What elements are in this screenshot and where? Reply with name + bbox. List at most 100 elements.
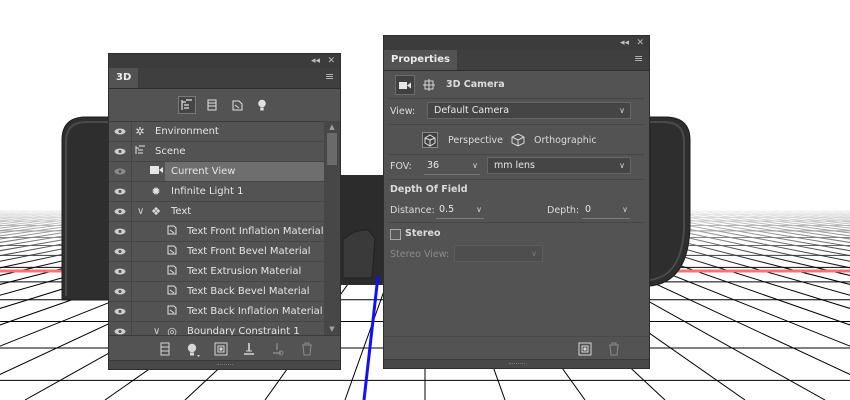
layer-label: Text Back Bevel Material (187, 286, 310, 297)
panel-menu-icon[interactable]: ≡ (634, 53, 644, 65)
render-icon[interactable] (213, 342, 229, 358)
divider (389, 124, 644, 125)
constraint-plus-icon[interactable] (269, 342, 285, 358)
visibility-eye-icon[interactable] (109, 122, 132, 141)
properties-panel: ◂◂ ✕ Properties ≡ 3D Camera View: Defaul… (383, 35, 650, 369)
infinite-light-icon: ✹ (151, 185, 161, 198)
panel-menu-icon[interactable]: ≡ (325, 71, 335, 83)
render-icon[interactable] (577, 342, 593, 358)
layer-label: Boundary Constraint 1 (187, 326, 300, 336)
layer-row-environment[interactable]: ✲ Environment (109, 122, 324, 142)
depth-field[interactable]: 0 ∨ (582, 201, 630, 219)
camera-axis-line (362, 275, 380, 400)
layer-label: Scene (155, 146, 186, 157)
visibility-eye-icon[interactable] (109, 302, 132, 321)
orthographic-label[interactable]: Orthographic (534, 135, 597, 146)
divider (389, 154, 644, 155)
close-panel-icon[interactable]: ✕ (327, 54, 335, 68)
fov-unit-select[interactable]: mm lens ∨ (487, 157, 631, 174)
depth-value: 0 (585, 204, 592, 215)
whole-scene-filter-icon[interactable] (178, 96, 196, 114)
panel-title-strip[interactable] (109, 54, 340, 68)
layer-row-scene[interactable]: Scene (109, 142, 324, 162)
layer-row-infinite-light[interactable]: ✹ Infinite Light 1 (109, 182, 324, 202)
meshes-filter-icon[interactable] (204, 97, 220, 113)
perspective-label[interactable]: Perspective (448, 135, 503, 146)
visibility-eye-icon[interactable] (109, 202, 132, 221)
layer-row-material[interactable]: Text Back Bevel Material (109, 282, 324, 302)
perspective-icon[interactable] (422, 132, 438, 148)
view-label: View: (390, 106, 416, 117)
layer-list-scrollbar[interactable]: ▲ ▼ (324, 121, 340, 335)
layer-row-material[interactable]: Text Front Inflation Material (109, 222, 324, 242)
layer-row-current-view[interactable]: Current View (109, 162, 324, 182)
visibility-eye-icon[interactable] (109, 242, 132, 261)
fov-unit-value: mm lens (494, 160, 535, 171)
view-select-value: Default Camera (434, 105, 510, 116)
visibility-eye-icon[interactable] (109, 142, 132, 161)
fov-value-field[interactable]: 36 ∨ (424, 157, 480, 175)
materials-filter-icon[interactable] (229, 97, 245, 113)
visibility-eye-icon[interactable] (109, 262, 132, 281)
material-icon (165, 264, 179, 278)
chevron-down-icon: ∨ (472, 161, 478, 170)
collapse-panel-icon[interactable]: ◂◂ (620, 36, 629, 50)
stereo-label[interactable]: Stereo (405, 228, 440, 239)
panel-header-title: 3D Camera (446, 79, 505, 90)
close-panel-icon[interactable]: ✕ (636, 36, 644, 50)
layer-row-boundary-constraint[interactable]: ∨ ◎ Boundary Constraint 1 (109, 322, 324, 336)
expand-chevron-icon[interactable]: ∨ (137, 202, 147, 221)
coordinates-icon[interactable] (422, 78, 436, 92)
camera-icon[interactable] (395, 75, 415, 95)
distance-value: 0.5 (439, 204, 455, 215)
camera-view-icon (149, 164, 163, 178)
view-select[interactable]: Default Camera ∨ (427, 102, 631, 119)
material-icon (165, 304, 179, 318)
mesh-icon[interactable] (157, 342, 173, 358)
tab-3d[interactable]: 3D (109, 68, 139, 88)
expand-chevron-icon[interactable]: ∨ (153, 322, 163, 336)
layer-row-material[interactable]: Text Extrusion Material (109, 262, 324, 282)
collapse-panel-icon[interactable]: ◂◂ (311, 54, 320, 68)
visibility-eye-icon[interactable] (109, 282, 132, 301)
visibility-eye-icon-hidden[interactable] (109, 162, 132, 181)
distance-field[interactable]: 0.5 ∨ (436, 201, 484, 219)
stereo-view-label: Stereo View: (390, 249, 450, 260)
scroll-up-icon[interactable]: ▲ (324, 121, 340, 133)
filter-bar (109, 89, 340, 121)
trash-icon[interactable] (299, 342, 315, 358)
depth-label: Depth: (547, 205, 580, 216)
scene-layer-list[interactable]: ✲ Environment Scene Current View ✹ Infin… (109, 121, 324, 336)
chevron-down-icon: ∨ (622, 205, 628, 214)
tab-properties[interactable]: Properties (384, 50, 457, 70)
layer-row-material[interactable]: Text Back Inflation Material (109, 302, 324, 322)
chevron-down-icon: ∨ (619, 106, 625, 115)
trash-icon[interactable] (606, 342, 622, 358)
scroll-down-icon[interactable]: ▼ (324, 323, 340, 335)
material-icon (165, 244, 179, 258)
visibility-eye-icon[interactable] (109, 182, 132, 201)
panel-resize-grip[interactable] (384, 359, 649, 368)
layer-row-material[interactable]: Text Front Bevel Material (109, 242, 324, 262)
stereo-checkbox[interactable] (390, 229, 401, 240)
visibility-eye-icon[interactable] (109, 222, 132, 241)
lights-filter-icon[interactable] (254, 97, 270, 113)
panel-tab-bar: 3D ≡ (109, 68, 340, 89)
panel-resize-grip[interactable] (109, 360, 340, 369)
layer-label: Text Front Inflation Material (187, 226, 324, 237)
orthographic-icon[interactable] (510, 132, 526, 148)
add-light-icon[interactable] (185, 342, 201, 358)
current-view-label: Current View (165, 162, 324, 181)
layer-label: Text Back Inflation Material (187, 306, 323, 317)
stereo-view-select[interactable]: ∨ (454, 245, 543, 262)
layer-label: Text (171, 206, 192, 217)
scrollbar-thumb[interactable] (327, 133, 337, 165)
visibility-eye-icon[interactable] (109, 322, 132, 336)
layer-row-text[interactable]: ∨ ❖ Text (109, 202, 324, 222)
panel-title-strip[interactable] (384, 36, 649, 50)
panel-tab-bar: Properties ≡ (384, 50, 649, 71)
chevron-down-icon: ∨ (531, 249, 537, 258)
ground-icon[interactable] (241, 342, 257, 358)
layer-label: Environment (155, 126, 219, 137)
environment-icon: ✲ (135, 125, 145, 138)
